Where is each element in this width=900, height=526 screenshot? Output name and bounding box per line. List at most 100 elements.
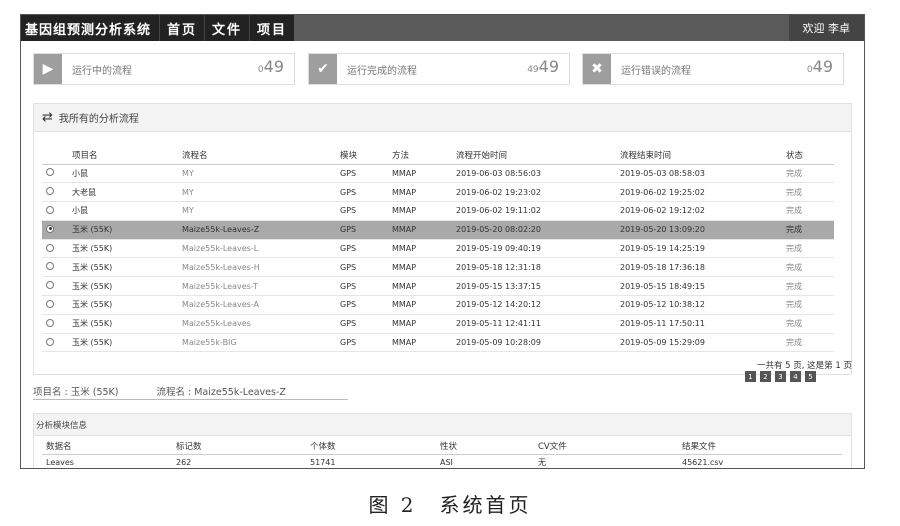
page-button-3[interactable]: 3 [775,371,786,382]
cell-status: 完成 [782,182,834,203]
cell-flow: Maize55k-Leaves-Z [178,220,336,240]
cell-project: 玉米 (55K) [68,333,178,353]
table-row[interactable]: 玉米 (55K) Maize55k-BIG GPS MMAP 2019-05-09 10… [42,333,834,353]
table-row[interactable]: 小鼠 MY GPS MMAP 2019-06-02 19:11:02 2019-06-02… [42,201,834,221]
main-nav: 首页 文件 项目 [159,15,295,41]
row-radio[interactable] [46,205,54,214]
col-trait: 性状 [436,438,534,455]
cell-module: GPS [336,276,388,297]
cell-project: 大老鼠 [68,182,178,203]
cell-status: 完成 [782,239,834,259]
cell-start: 2019-05-18 12:31:18 [452,257,616,278]
cell-end: 2019-05-11 17:50:11 [616,314,782,334]
selection-divider [33,399,348,400]
table-row[interactable]: 玉米 (55K) Maize55k-Leaves-A GPS MMAP 2019-05-… [42,295,834,315]
cell-result[interactable]: 45621.csv [678,454,842,468]
stats-row: ▶ 运行中的流程 049 ✔ 运行完成的流程 4949 ✖ 运行错误的流程 04… [33,53,852,85]
cell-flow: Maize55k-Leaves-A [178,295,336,315]
col-end: 流程结束时间 [616,146,782,165]
cell-flow: MY [178,182,336,203]
cell-method: MMAP [388,295,452,315]
cell-start: 2019-05-11 12:41:11 [452,314,616,334]
cell-module: GPS [336,295,388,315]
cell-flow: MY [178,201,336,221]
page-button-4[interactable]: 4 [790,371,801,382]
table-row[interactable]: 小鼠 MY GPS MMAP 2019-06-03 08:56:03 2019-05-03… [42,164,834,184]
selected-project: 项目名 : 玉米 (55K) [33,387,119,398]
row-radio[interactable] [46,168,54,177]
row-radio-cell [42,257,68,278]
exchange-icon: ⇄ [42,110,53,125]
cell-end: 2019-05-18 17:36:18 [616,257,782,278]
row-radio-cell [42,182,68,203]
row-radio[interactable] [46,187,54,196]
stat-count: 049 [806,57,833,76]
flows-panel: ⇄ 我所有的分析流程 项目名 流程名 模块 方法 流程开始时间 流程结束时间 状… [33,103,852,375]
row-radio-cell [42,276,68,297]
cell-data: Leaves [46,458,74,468]
cell-markers: 262 [176,458,192,468]
figure-caption: 图 2 系统首页 [368,493,532,517]
nav-files[interactable]: 文件 [204,15,250,41]
row-radio[interactable] [46,281,54,290]
nav-home[interactable]: 首页 [159,15,205,41]
user-welcome[interactable]: 欢迎 李卓 [788,15,864,41]
row-radio-cell [42,333,68,353]
cell-method: MMAP [388,239,452,259]
play-icon: ▶ [34,54,62,84]
col-module: 模块 [336,146,388,165]
col-select [42,146,68,165]
row-radio[interactable] [46,318,54,327]
row-radio[interactable] [46,299,54,308]
modules-panel-title: 分析模块信息 [36,420,88,431]
stat-count: 4949 [527,57,559,76]
page-button-1[interactable]: 1 [745,371,756,382]
page-button-2[interactable]: 2 [760,371,771,382]
cell-method: MMAP [388,182,452,203]
app-brand[interactable]: 基因组预测分析系统 [21,15,160,41]
cell-project: 玉米 (55K) [68,295,178,315]
stat-card-completed[interactable]: ✔ 运行完成的流程 4949 [308,53,570,85]
modules-table: 数据名 标记数 个体数 性状 CV文件 结果文件 Leaves 262 5174… [42,438,842,468]
cell-start: 2019-06-02 19:11:02 [452,201,616,221]
cell-project: 玉米 (55K) [68,220,178,240]
table-row[interactable]: 大老鼠 MY GPS MMAP 2019-06-02 19:23:02 2019-06-0… [42,182,834,203]
page-button-5[interactable]: 5 [805,371,816,382]
row-radio-cell [42,164,68,184]
cell-status: 完成 [782,257,834,278]
cell-trait: ASI [440,458,453,468]
col-start: 流程开始时间 [452,146,616,165]
table-row[interactable]: 玉米 (55K) Maize55k-Leaves-Z GPS MMAP 2019-05-… [42,220,834,240]
col-project: 项目名 [68,146,178,165]
close-icon: ✖ [583,54,611,84]
stat-card-error[interactable]: ✖ 运行错误的流程 049 [582,53,844,85]
cell-end: 2019-05-15 18:49:15 [616,276,782,297]
modules-panel: 分析模块信息 数据名 标记数 个体数 性状 CV文件 结果文件 Leaves 2… [33,413,852,468]
cell-method: MMAP [388,333,452,353]
row-radio[interactable] [46,262,54,271]
cell-project: 玉米 (55K) [68,257,178,278]
cell-end: 2019-06-02 19:12:02 [616,201,782,221]
cell-module: GPS [336,257,388,278]
cell-project: 玉米 (55K) [68,239,178,259]
cell-status: 完成 [782,295,834,315]
row-radio[interactable] [46,337,54,346]
nav-projects[interactable]: 项目 [249,15,295,41]
stat-card-running[interactable]: ▶ 运行中的流程 049 [33,53,295,85]
cell-status: 完成 [782,220,834,240]
table-row[interactable]: 玉米 (55K) Maize55k-Leaves GPS MMAP 2019-05-11… [42,314,834,334]
top-navbar: 基因组预测分析系统 首页 文件 项目 欢迎 李卓 [21,15,864,41]
table-row[interactable]: 玉米 (55K) Maize55k-Leaves-H GPS MMAP 2019-05-… [42,257,834,278]
cell-method: MMAP [388,276,452,297]
cell-status: 完成 [782,201,834,221]
row-radio[interactable] [46,243,54,252]
table-row[interactable]: 玉米 (55K) Maize55k-Leaves-T GPS MMAP 2019-05-… [42,276,834,297]
cell-module: GPS [336,182,388,203]
cell-flow: Maize55k-Leaves-T [178,276,336,297]
table-row[interactable]: 玉米 (55K) Maize55k-Leaves-L GPS MMAP 2019-05-… [42,239,834,259]
flows-table: 项目名 流程名 模块 方法 流程开始时间 流程结束时间 状态 小鼠 MY GPS MM… [42,146,834,353]
cell-module: GPS [336,239,388,259]
cell-cv: 无 [538,458,546,468]
row-radio[interactable] [46,224,54,233]
cell-start: 2019-06-03 08:56:03 [452,164,616,184]
